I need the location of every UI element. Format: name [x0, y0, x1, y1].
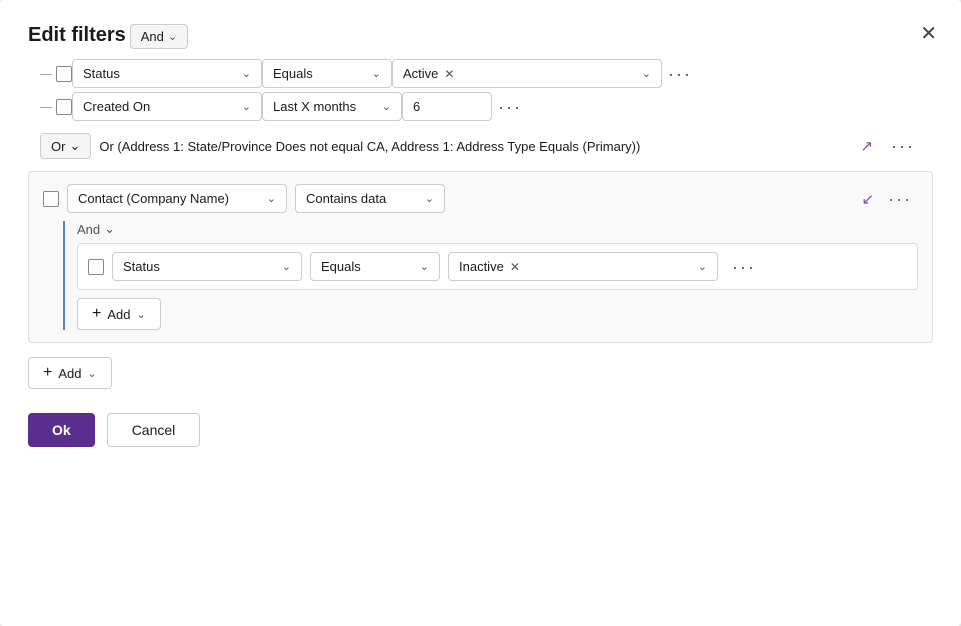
row2-field-label: Created On	[83, 99, 150, 114]
subrow-operator-label: Equals	[321, 259, 361, 274]
bottom-add-plus: +	[43, 364, 52, 382]
row2-num-input[interactable]	[402, 92, 492, 121]
subrow-operator-select[interactable]: Equals ⌄	[310, 252, 440, 281]
filters-area: Status ⌄ Equals ⌄ Active ✕ ⌄ ··· Created…	[28, 59, 933, 343]
sub-add-chevron: ⌄	[136, 308, 145, 321]
top-and-dropdown[interactable]: And ⌄	[130, 24, 188, 49]
row2-operator-label: Last X months	[273, 99, 356, 114]
row1-value-text: Active	[403, 66, 438, 81]
row1-operator-chevron: ⌄	[372, 67, 381, 80]
subrow-field-chevron: ⌄	[282, 260, 291, 273]
subgroup-operator-label: Contains data	[306, 191, 386, 206]
sub-and-chevron: ⌄	[104, 221, 115, 237]
row2-operator-chevron: ⌄	[382, 100, 391, 113]
subrow-value-text: Inactive	[459, 259, 504, 274]
or-group-row: Or ⌄ Or (Address 1: State/Province Does …	[28, 125, 933, 167]
row1-field-label: Status	[83, 66, 120, 81]
subgroup-operator-chevron: ⌄	[425, 192, 434, 205]
row1-field-select[interactable]: Status ⌄	[72, 59, 262, 88]
subgroup-more-button[interactable]: ···	[882, 186, 918, 212]
or-more-button[interactable]: ···	[885, 133, 921, 159]
sub-and-text: And	[77, 222, 100, 237]
dialog-footer: Ok Cancel	[28, 413, 933, 447]
or-badge-chevron: ⌄	[69, 138, 80, 154]
top-and-chevron: ⌄	[168, 30, 177, 43]
subrow-value-select[interactable]: Inactive ✕ ⌄	[448, 252, 718, 281]
subrow-field-label: Status	[123, 259, 160, 274]
row1-operator-label: Equals	[273, 66, 313, 81]
subgroup-collapse-icon[interactable]: ↙	[861, 190, 874, 208]
row1-more-button[interactable]: ···	[662, 61, 698, 87]
sub-add-label: Add	[107, 307, 130, 322]
bottom-add-label: Add	[58, 366, 81, 381]
bottom-add-button[interactable]: + Add ⌄	[28, 357, 112, 389]
sub-group: Contact (Company Name) ⌄ Contains data ⌄…	[28, 171, 933, 343]
sub-add-plus: +	[92, 305, 101, 323]
sub-filter-row: Status ⌄ Equals ⌄ Inactive ✕ ⌄	[77, 243, 918, 290]
subrow-value-tag: Inactive ✕	[459, 259, 520, 274]
row1-checkbox[interactable]	[56, 66, 72, 82]
or-badge-label: Or	[51, 139, 65, 154]
row2-checkbox[interactable]	[56, 99, 72, 115]
subrow-more-button[interactable]: ···	[726, 254, 762, 280]
or-group-text: Or (Address 1: State/Province Does not e…	[99, 139, 852, 154]
close-button[interactable]: ✕	[916, 20, 941, 48]
sub-add-button[interactable]: + Add ⌄	[77, 298, 161, 330]
subrow-checkbox[interactable]	[88, 259, 104, 275]
subgroup-field-label: Contact (Company Name)	[78, 191, 229, 206]
row2-operator-select[interactable]: Last X months ⌄	[262, 92, 402, 121]
subgroup-operator-select[interactable]: Contains data ⌄	[295, 184, 445, 213]
filter-row-1: Status ⌄ Equals ⌄ Active ✕ ⌄ ···	[40, 59, 933, 88]
subgroup-field-chevron: ⌄	[267, 192, 276, 205]
row1-remove-tag[interactable]: ✕	[444, 67, 454, 81]
subrow-remove-tag[interactable]: ✕	[510, 260, 520, 274]
row2-field-select[interactable]: Created On ⌄	[72, 92, 262, 121]
ok-button[interactable]: Ok	[28, 413, 95, 447]
or-expand-icon[interactable]: ↗	[860, 137, 873, 155]
edit-filters-dialog: Edit filters ✕ And ⌄ Status ⌄ Equals ⌄ A…	[0, 0, 961, 626]
subrow-operator-chevron: ⌄	[420, 260, 429, 273]
row1-value-select[interactable]: Active ✕ ⌄	[392, 59, 662, 88]
row1-operator-select[interactable]: Equals ⌄	[262, 59, 392, 88]
dialog-title: Edit filters	[28, 24, 126, 46]
cancel-button[interactable]: Cancel	[107, 413, 201, 447]
subgroup-field-select[interactable]: Contact (Company Name) ⌄	[67, 184, 287, 213]
or-badge[interactable]: Or ⌄	[40, 133, 91, 159]
subrow-field-select[interactable]: Status ⌄	[112, 252, 302, 281]
row1-value-chevron: ⌄	[642, 67, 651, 80]
row2-more-button[interactable]: ···	[492, 94, 528, 120]
subrow-value-chevron: ⌄	[698, 260, 707, 273]
row1-value-tag: Active ✕	[403, 66, 454, 81]
row2-field-chevron: ⌄	[242, 100, 251, 113]
subgroup-checkbox[interactable]	[43, 191, 59, 207]
bottom-add-chevron: ⌄	[87, 367, 96, 380]
filter-row-2: Created On ⌄ Last X months ⌄ ···	[40, 92, 933, 121]
sub-and-label[interactable]: And ⌄	[77, 221, 918, 237]
sub-group-header: Contact (Company Name) ⌄ Contains data ⌄…	[43, 184, 918, 213]
top-and-label: And	[141, 29, 164, 44]
sub-filter-area: And ⌄ Status ⌄ Equals ⌄	[63, 221, 918, 330]
row1-field-chevron: ⌄	[242, 67, 251, 80]
